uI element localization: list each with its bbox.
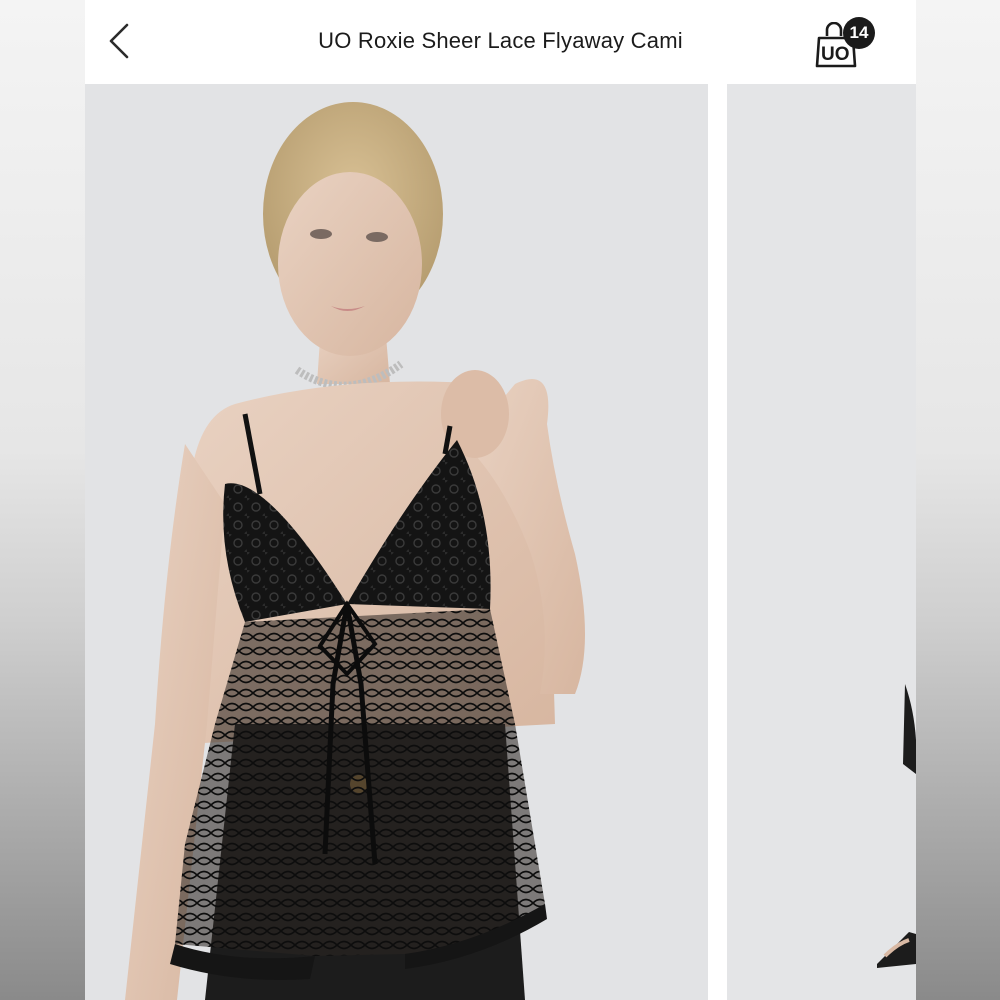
bag-count-badge: 14 [843,17,875,49]
product-photo-main[interactable] [85,84,708,1000]
bag-logo-text: UO [821,44,850,65]
shopping-bag-button[interactable]: UO 14 [813,14,883,70]
app-screen: UO Roxie Sheer Lace Flyaway Cami UO 14 [85,0,916,1000]
right-backdrop [916,0,1000,1000]
left-backdrop [0,0,85,1000]
chevron-left-icon [107,21,131,61]
back-button[interactable] [99,21,139,61]
top-nav-bar: UO Roxie Sheer Lace Flyaway Cami UO 14 [85,0,916,82]
page-title: UO Roxie Sheer Lace Flyaway Cami [318,28,683,53]
product-image-gallery[interactable] [85,84,916,1000]
product-photo-next[interactable] [727,84,916,1000]
